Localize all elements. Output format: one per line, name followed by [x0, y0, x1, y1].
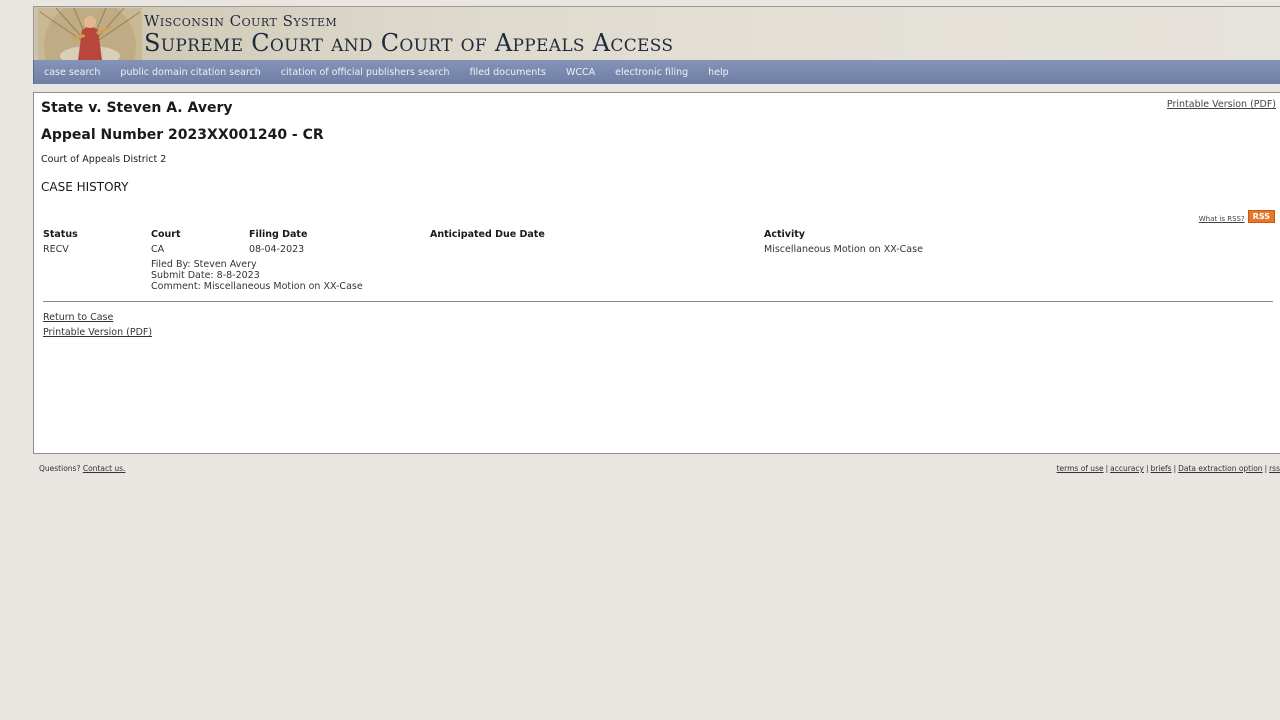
appeal-number: Appeal Number 2023XX001240 - CR [41, 127, 324, 143]
footer-contact: Questions? Contact us. [39, 464, 125, 473]
site-banner: Wisconsin Court System Supreme Court and… [33, 6, 1280, 60]
row-activity: Miscellaneous Motion on XX-Case [764, 244, 923, 255]
court-district: Court of Appeals District 2 [41, 154, 167, 165]
nav-public-domain-citation-search[interactable]: public domain citation search [120, 67, 260, 78]
nav-official-publishers-search[interactable]: citation of official publishers search [281, 67, 450, 78]
row-submit-date: Submit Date: 8-8-2023 [151, 270, 260, 281]
footer-questions-label: Questions? [39, 464, 81, 473]
briefs-link[interactable]: briefs [1151, 464, 1172, 473]
banner-system-name: Wisconsin Court System [144, 12, 338, 30]
rss-area: What is RSS? RSS [1199, 210, 1275, 223]
divider [43, 301, 1273, 302]
section-heading: CASE HISTORY [41, 180, 129, 194]
nav-help[interactable]: help [708, 67, 729, 78]
accuracy-link[interactable]: accuracy [1110, 464, 1144, 473]
justice-seal-icon [38, 8, 142, 60]
header-filing-date: Filing Date [249, 229, 308, 240]
printable-version-link-top[interactable]: Printable Version (PDF) [1167, 99, 1276, 110]
banner-title-block: Wisconsin Court System Supreme Court and… [144, 13, 673, 57]
header-court: Court [151, 229, 181, 240]
case-title: State v. Steven A. Avery [41, 100, 233, 116]
footer-links: terms of use | accuracy | briefs | Data extrac… [1056, 464, 1280, 473]
printable-version-link-bottom[interactable]: Printable Version (PDF) [43, 327, 152, 338]
row-status: RECV [43, 244, 69, 255]
header-status: Status [43, 229, 78, 240]
terms-of-use-link[interactable]: terms of use [1057, 464, 1104, 473]
rss-footer-link[interactable]: rss [1269, 464, 1280, 473]
what-is-rss-link[interactable]: What is RSS? [1199, 215, 1245, 223]
page-wrapper: Wisconsin Court System Supreme Court and… [33, 6, 1280, 473]
data-extraction-option-link[interactable]: Data extraction option [1178, 464, 1262, 473]
header-anticipated-due-date: Anticipated Due Date [430, 229, 545, 240]
row-comment: Comment: Miscellaneous Motion on XX-Case [151, 281, 363, 292]
rss-feed-icon[interactable]: RSS [1247, 210, 1275, 223]
contact-us-link[interactable]: Contact us. [83, 464, 126, 473]
banner-site-title: Supreme Court and Court of Appeals Acces… [144, 29, 674, 57]
row-filing-date: 08-04-2023 [249, 244, 305, 255]
row-court: CA [151, 244, 165, 255]
row-filed-by: Filed By: Steven Avery [151, 259, 257, 270]
header-activity: Activity [764, 229, 805, 240]
nav-case-search[interactable]: case search [44, 67, 100, 78]
nav-electronic-filing[interactable]: electronic filing [615, 67, 688, 78]
page-footer: Questions? Contact us. terms of use | accu… [33, 462, 1280, 476]
main-nav: case search public domain citation searc… [33, 60, 1280, 84]
case-history-panel: State v. Steven A. Avery Appeal Number 2… [33, 92, 1280, 454]
nav-filed-documents[interactable]: filed documents [470, 67, 546, 78]
nav-wcca[interactable]: WCCA [566, 67, 595, 78]
return-to-case-link[interactable]: Return to Case [43, 312, 113, 323]
